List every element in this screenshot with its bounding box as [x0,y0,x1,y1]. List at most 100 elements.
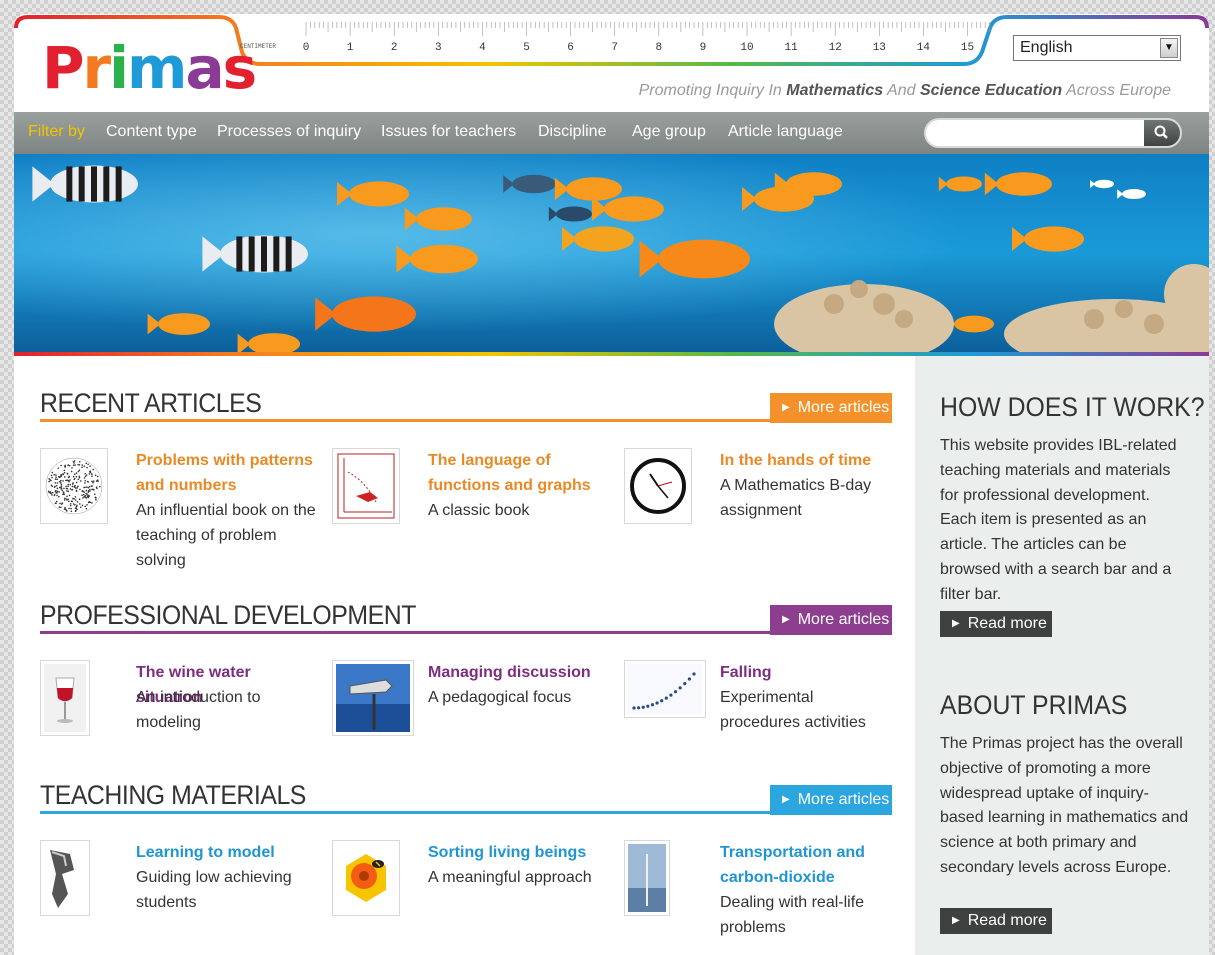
article-title[interactable]: Managing discussion [428,660,608,685]
pattern-dot [70,500,73,503]
read-more-button[interactable]: ▶ Read more [940,908,1052,934]
pattern-dot [70,470,73,473]
pattern-dot [69,483,71,486]
pattern-dot [72,503,75,505]
pattern-dot [76,501,79,503]
pattern-dot [98,485,101,488]
article-thumbnail[interactable] [332,840,400,916]
magnifier-icon [1154,125,1168,139]
article-title[interactable]: In the hands of time [720,448,900,473]
ruler-number: 8 [655,42,662,54]
pattern-dot [92,468,94,471]
pattern-dot [84,494,87,497]
pattern-dot [87,463,89,466]
falling-dot [673,690,678,694]
pattern-dot [91,502,93,504]
pattern-dot [85,489,88,492]
article-thumbnail[interactable] [40,448,108,524]
article-thumbnail[interactable] [332,660,414,736]
pattern-dot [85,462,88,465]
pattern-dot [75,481,78,484]
pattern-dot [59,502,61,505]
pattern-dot [64,506,66,509]
article-thumbnail[interactable] [624,660,706,718]
article-thumbnail[interactable] [624,448,692,524]
pattern-dot [84,472,87,475]
pattern-dot [68,500,70,503]
pattern-dot [49,491,52,493]
more-articles-button[interactable]: ▶ More articles [770,605,892,635]
pattern-dot [62,491,65,493]
pattern-dot [60,483,63,486]
nav-item-content-type[interactable]: Content type [106,123,197,141]
article-description: A Mathematics B-day assignment [720,477,872,519]
article-thumbnail[interactable] [40,840,90,916]
article-title[interactable]: Falling [720,660,900,685]
pattern-dot [87,490,90,492]
pattern-dot [67,464,69,466]
pattern-dot [58,486,61,489]
pattern-dot [56,482,59,484]
pattern-dot [53,473,55,476]
article-description: Dealing with real-life problems [720,894,865,936]
play-arrow-icon: ▶ [952,618,960,629]
chevron-down-icon[interactable]: ▼ [1160,38,1178,58]
pattern-dot [68,480,70,483]
falling-dot [687,677,691,681]
pattern-dot [54,481,57,484]
pattern-dot [54,478,57,481]
pattern-dot [59,482,62,484]
pattern-dot [86,493,88,496]
pattern-dot [58,491,60,493]
article-thumbnail[interactable] [332,448,400,524]
pattern-dot [86,466,88,469]
article-title[interactable]: The language of functions and graphs [428,448,608,498]
article-title[interactable]: Problems with patterns and numbers [136,448,316,498]
article-title[interactable]: Transportation and carbon-dioxide [720,840,900,890]
pattern-dot [81,466,83,469]
pattern-dot [65,498,68,500]
search-button[interactable] [1144,120,1180,146]
pattern-dot [63,493,65,496]
pattern-dot [91,480,93,483]
signpost-image [336,664,410,732]
pattern-dot [78,476,81,479]
ruler-number: 2 [391,42,398,54]
pattern-dot [96,475,99,478]
more-articles-button[interactable]: ▶ More articles [770,785,892,815]
pattern-dot [94,496,97,499]
recent-articles-title: RECENT ARTICLES [40,388,262,418]
nav-item-age-group[interactable]: Age group [632,123,706,141]
pattern-dot [80,480,82,482]
primas-logo[interactable]: Primas [42,38,257,98]
read-more-button[interactable]: ▶ Read more [940,611,1052,637]
nav-item-discipline[interactable]: Discipline [538,123,606,141]
pattern-dot [89,488,91,491]
pattern-dot [78,469,81,472]
nav-item-processes-of-inquiry[interactable]: Processes of inquiry [217,123,361,141]
pattern-dot [56,500,58,503]
language-select[interactable]: English ▼ [1013,35,1181,61]
pattern-dot [55,489,57,492]
pattern-dot [47,490,50,493]
more-articles-button[interactable]: ▶ More articles [770,393,892,423]
pattern-dot [91,473,93,475]
article-title[interactable]: Learning to model [136,840,316,865]
pattern-dot [68,507,70,510]
falling-dot [632,706,636,710]
pattern-dot [63,469,66,472]
pattern-dot [63,499,66,501]
pattern-dot [77,478,80,481]
article-thumbnail[interactable] [40,660,90,736]
pattern-dot [55,474,57,476]
nav-item-issues-for-teachers[interactable]: Issues for teachers [381,123,516,141]
article-title[interactable]: Sorting living beings [428,840,608,865]
pattern-dot [50,492,52,495]
pattern-dot [81,464,84,466]
tagline: Promoting Inquiry In Mathematics And Sci… [638,82,1171,99]
professional-development-title: PROFESSIONAL DEVELOPMENT [40,600,416,630]
article-description: A meaningful approach [428,869,592,886]
article-description: A classic book [428,502,530,519]
article-thumbnail[interactable] [624,840,670,916]
nav-item-article-language[interactable]: Article language [728,123,843,141]
